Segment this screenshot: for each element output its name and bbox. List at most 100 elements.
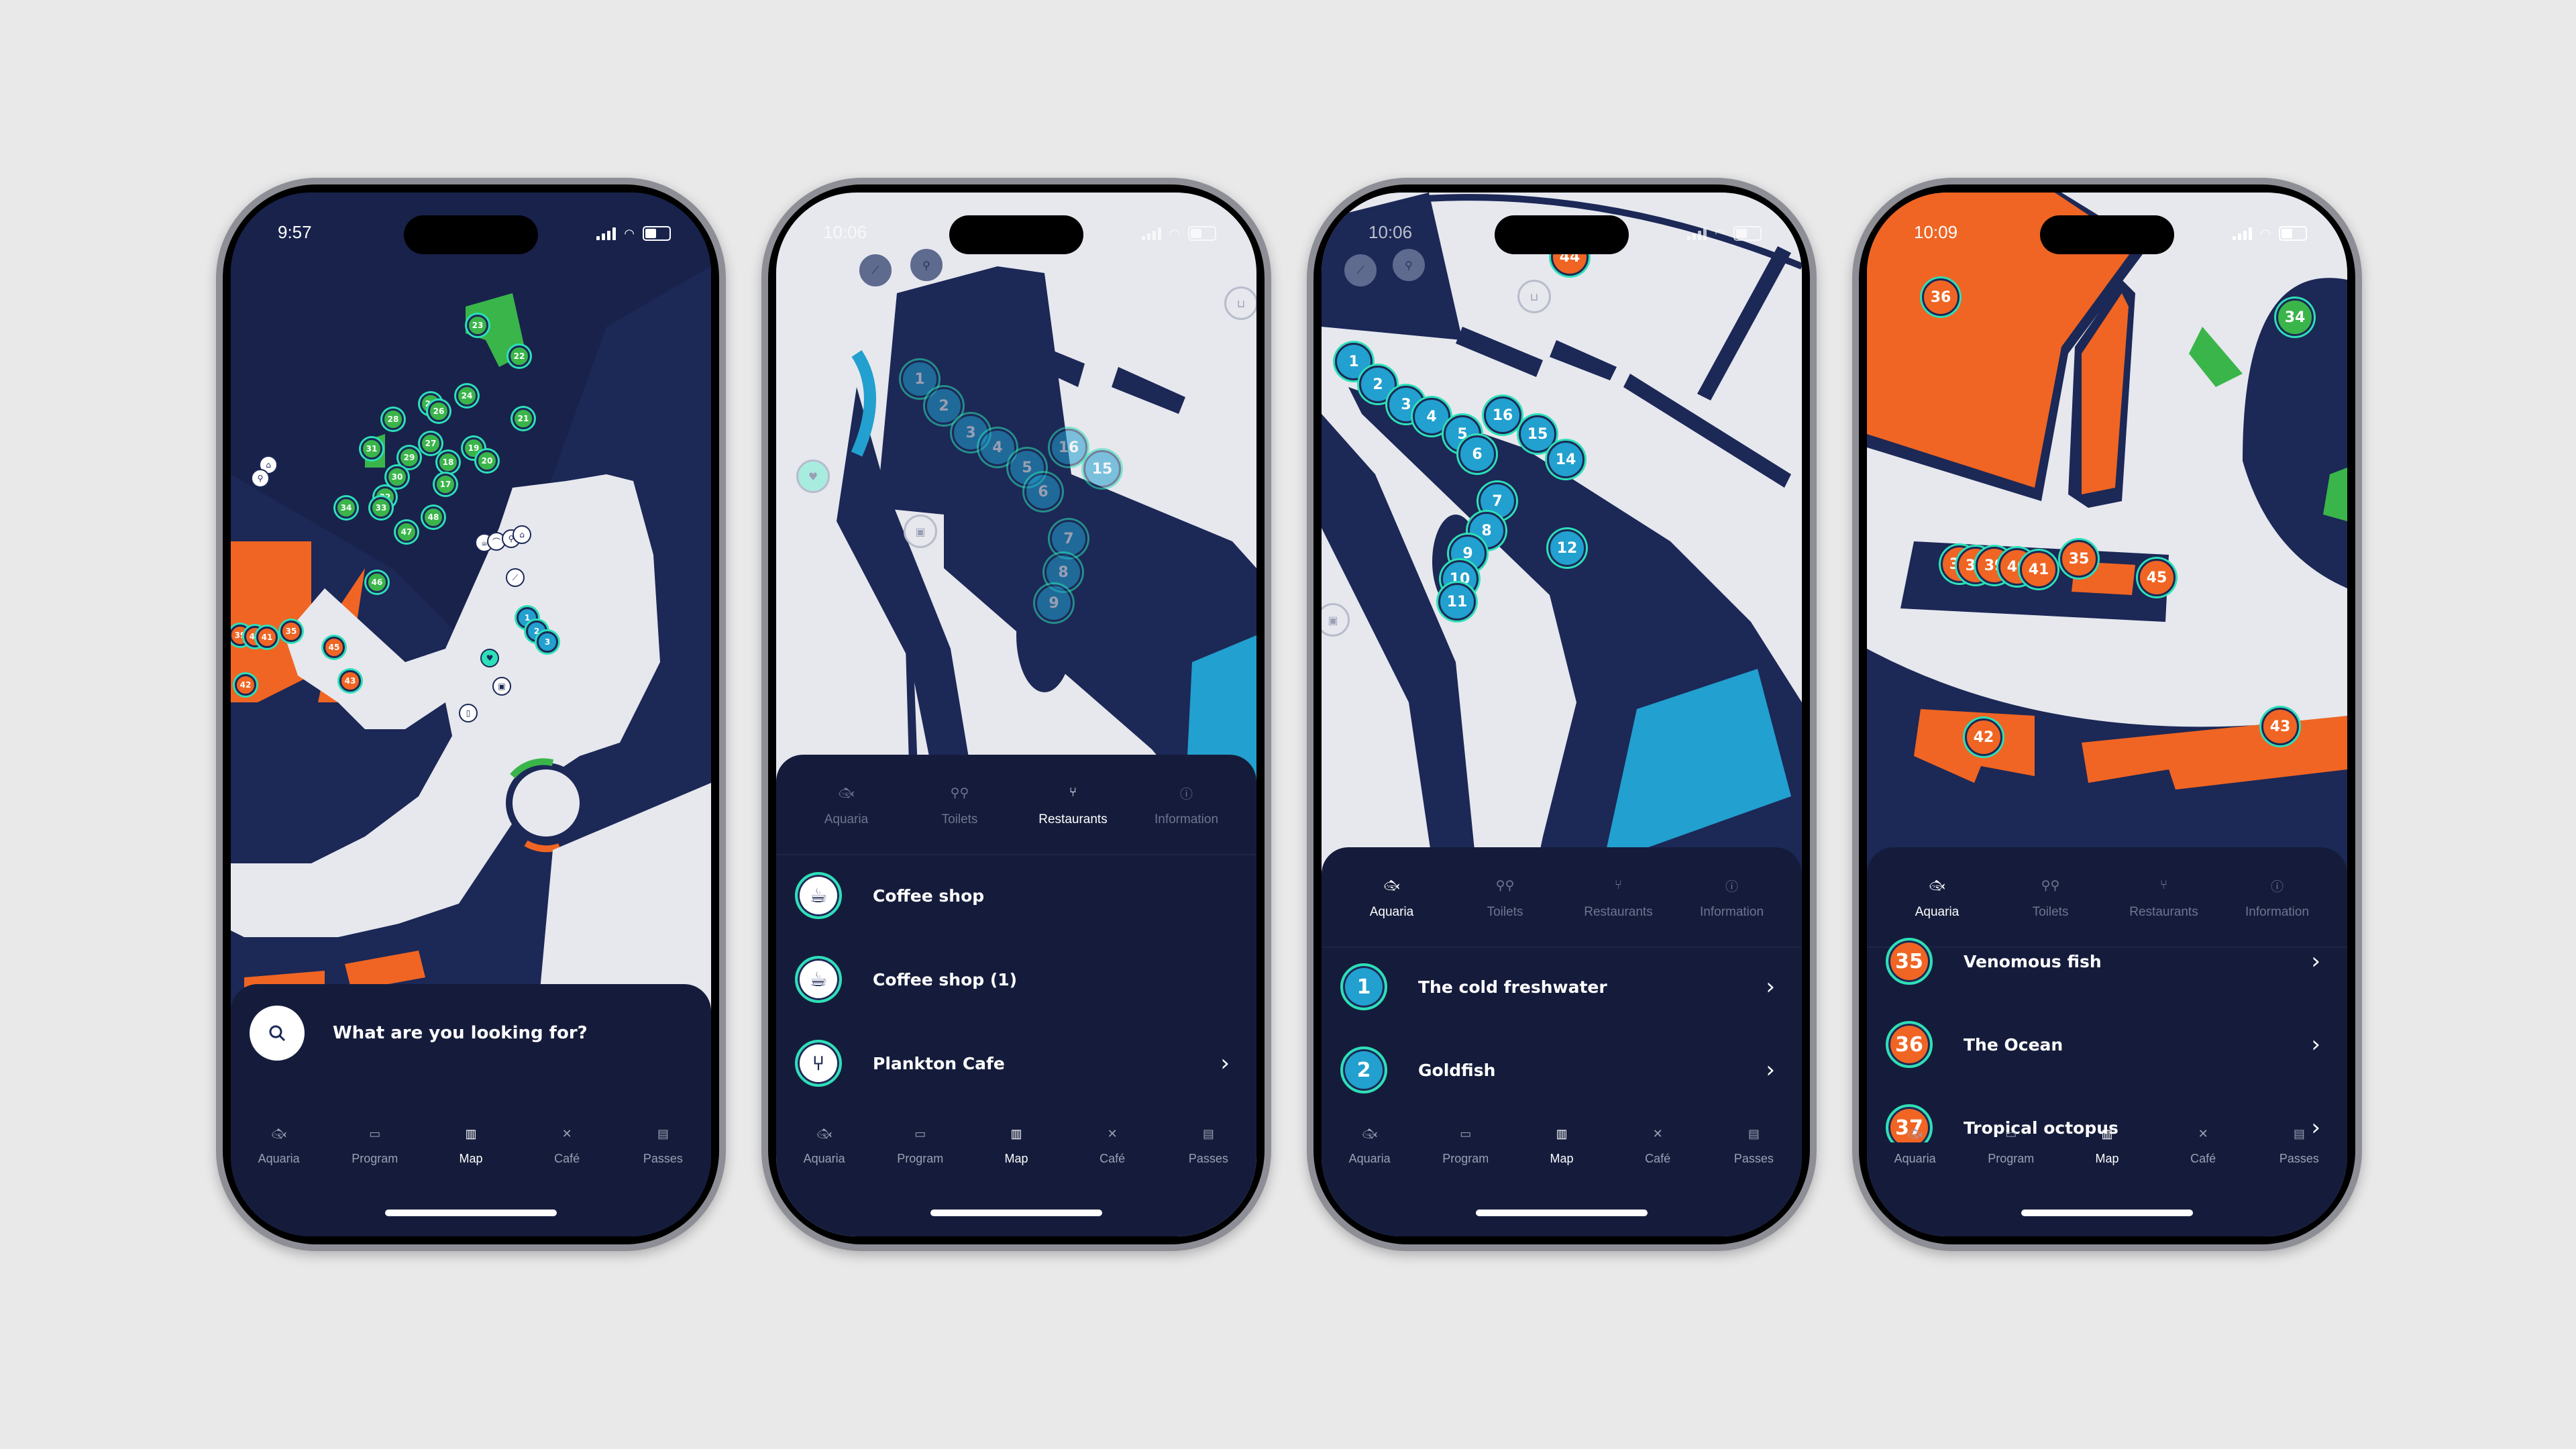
category-toilets[interactable]: ⚲⚲ Toilets [910, 773, 1010, 854]
screen: 10:09 ◠ 36 37 38 39 40 41 35 45 42 43 34… [1867, 193, 2347, 1236]
map-pin-46[interactable]: 46 [366, 572, 388, 593]
map-pin-3[interactable]: 3 [537, 631, 558, 653]
stairs-icon[interactable]: ⟋ [859, 254, 892, 286]
tab-passes[interactable]: ▤ Passes [2259, 1116, 2339, 1189]
gift-shop-icon[interactable]: ▣ [492, 677, 511, 696]
map-pin-12[interactable]: 12 [1548, 529, 1586, 567]
map-pin-24[interactable]: 24 [456, 385, 478, 407]
phone-aquaria-list: 10:06 ◠ 1 2 3 4 5 6 16 15 14 7 8 9 10 11… [1307, 178, 1817, 1251]
map-pin-16[interactable]: 16 [1050, 429, 1087, 466]
list-item[interactable]: ☕ Coffee shop [795, 862, 1238, 929]
fish-icon: 🐟︎ [816, 1126, 833, 1140]
map-pin-7[interactable]: 7 [1050, 520, 1087, 557]
map-pin-47[interactable]: 47 [396, 521, 417, 543]
map-pin-35[interactable]: 35 [2060, 540, 2098, 578]
tab-cafe[interactable]: ✕ Café [1072, 1116, 1152, 1189]
list-item[interactable]: 35 Venomous fish › [1886, 928, 2328, 995]
first-aid-heart-icon[interactable]: ♥ [480, 649, 499, 667]
map-pin-41[interactable]: 41 [2020, 551, 2057, 588]
category-restaurants[interactable]: ⑂ Restaurants [1568, 866, 1669, 947]
map-pin-23[interactable]: 23 [467, 315, 488, 336]
baby-change-icon[interactable]: ⌂ [513, 525, 531, 544]
map-pin-45[interactable]: 45 [323, 637, 345, 658]
map-pin-11[interactable]: 11 [1438, 583, 1476, 621]
map-pin-36[interactable]: 36 [1922, 278, 1960, 316]
list-item[interactable]: ⑂ Plankton Cafe › [795, 1030, 1238, 1097]
toilets-icon[interactable]: ⚲ [251, 469, 270, 488]
tab-aquaria[interactable]: 🐟︎ Aquaria [784, 1116, 865, 1189]
list-item[interactable]: 2 Goldfish › [1340, 1036, 1783, 1104]
search-field[interactable]: What are you looking for? [250, 1006, 588, 1061]
tab-program[interactable]: ▭ Program [880, 1116, 961, 1189]
tab-passes[interactable]: ▤ Passes [623, 1116, 703, 1189]
status-time: 10:09 [1914, 222, 1958, 242]
first-aid-heart-icon[interactable]: ♥ [796, 460, 830, 493]
map-pin-16[interactable]: 16 [1484, 396, 1521, 434]
tab-aquaria[interactable]: 🐟︎ Aquaria [1875, 1116, 1955, 1189]
map-pin-26[interactable]: 26 [428, 400, 449, 422]
wifi-icon: ◠ [624, 226, 635, 241]
tab-passes[interactable]: ▤ Passes [1713, 1116, 1794, 1189]
map-pin-27[interactable]: 27 [420, 433, 441, 454]
vending-icon[interactable]: ▯ [459, 704, 478, 722]
category-information[interactable]: ⓘ Information [1136, 773, 1237, 854]
chevron-right-icon: › [1766, 973, 1775, 1000]
shop-basket-icon[interactable]: ⊔ [1517, 280, 1551, 313]
map-pin-42[interactable]: 42 [235, 674, 256, 696]
map-pin-6[interactable]: 6 [1024, 473, 1062, 511]
tab-cafe[interactable]: ✕ Café [527, 1116, 607, 1189]
map-pin-34[interactable]: 34 [335, 497, 357, 519]
map-pin-41[interactable]: 41 [256, 627, 278, 648]
gift-shop-icon[interactable]: ▣ [904, 515, 937, 548]
tab-aquaria[interactable]: 🐟︎ Aquaria [239, 1116, 319, 1189]
tab-cafe[interactable]: ✕ Café [1617, 1116, 1698, 1189]
category-sheet: 🐟︎ Aquaria ⚲⚲ Toilets ⑂ Restaurants ⓘ Inform… [1867, 847, 2347, 1236]
map-pin-43[interactable]: 43 [2261, 708, 2299, 745]
map-pin-21[interactable]: 21 [513, 408, 534, 429]
shop-basket-icon[interactable]: ⊔ [1224, 286, 1256, 320]
tab-map[interactable]: ▥ Map [2067, 1116, 2147, 1189]
list-item[interactable]: 1 The cold freshwater › [1340, 953, 1783, 1020]
map-pin-15[interactable]: 15 [1083, 450, 1121, 488]
map-pin-14[interactable]: 14 [1547, 441, 1585, 478]
toilets-icon[interactable]: ⚲ [910, 249, 943, 281]
map-pin-48[interactable]: 48 [423, 506, 444, 528]
tab-cafe[interactable]: ✕ Café [2163, 1116, 2243, 1189]
tab-passes[interactable]: ▤ Passes [1168, 1116, 1248, 1189]
toilets-icon[interactable]: ⚲ [1393, 249, 1425, 281]
category-information[interactable]: ⓘ Information [1682, 866, 1782, 947]
map-pin-18[interactable]: 18 [437, 451, 459, 473]
map-pin-29[interactable]: 29 [398, 447, 420, 468]
map-pin-6[interactable]: 6 [1458, 435, 1496, 473]
tab-aquaria[interactable]: 🐟︎ Aquaria [1330, 1116, 1410, 1189]
map-pin-28[interactable]: 28 [382, 409, 404, 430]
stairs-icon[interactable]: ⟋ [1344, 254, 1377, 286]
map-pin-43[interactable]: 43 [339, 670, 361, 692]
tab-program[interactable]: ▭ Program [335, 1116, 415, 1189]
tab-program[interactable]: ▭ Program [1971, 1116, 2051, 1189]
search-button[interactable] [250, 1006, 305, 1061]
category-toilets[interactable]: ⚲⚲ Toilets [1455, 866, 1556, 947]
tab-map[interactable]: ▥ Map [431, 1116, 511, 1189]
stairs-icon[interactable]: ⟋ [506, 568, 525, 587]
map-pin-42[interactable]: 42 [1965, 718, 2002, 756]
map-pin-31[interactable]: 31 [361, 438, 382, 460]
tab-program[interactable]: ▭ Program [1426, 1116, 1506, 1189]
map-pin-22[interactable]: 22 [508, 345, 530, 367]
list-item[interactable]: 36 The Ocean › [1886, 1011, 2328, 1078]
category-aquaria[interactable]: 🐟︎ Aquaria [796, 773, 897, 854]
map-pin-17[interactable]: 17 [435, 474, 456, 495]
map-pin-20[interactable]: 20 [476, 450, 498, 472]
id-card-icon: ▤ [657, 1126, 669, 1140]
tab-map[interactable]: ▥ Map [1521, 1116, 1602, 1189]
map-pin-9[interactable]: 9 [1035, 584, 1073, 622]
map-pin-34[interactable]: 34 [2276, 299, 2314, 336]
tab-map[interactable]: ▥ Map [976, 1116, 1057, 1189]
map-pin-33[interactable]: 33 [370, 497, 392, 519]
list-item[interactable]: ☕ Coffee shop (1) [795, 946, 1238, 1013]
map-pin-30[interactable]: 30 [386, 466, 408, 488]
map-pin-35[interactable]: 35 [280, 621, 302, 642]
map-pin-45[interactable]: 45 [2138, 559, 2176, 596]
category-aquaria[interactable]: 🐟︎ Aquaria [1342, 866, 1442, 947]
category-restaurants[interactable]: ⑂ Restaurants [1023, 773, 1124, 854]
